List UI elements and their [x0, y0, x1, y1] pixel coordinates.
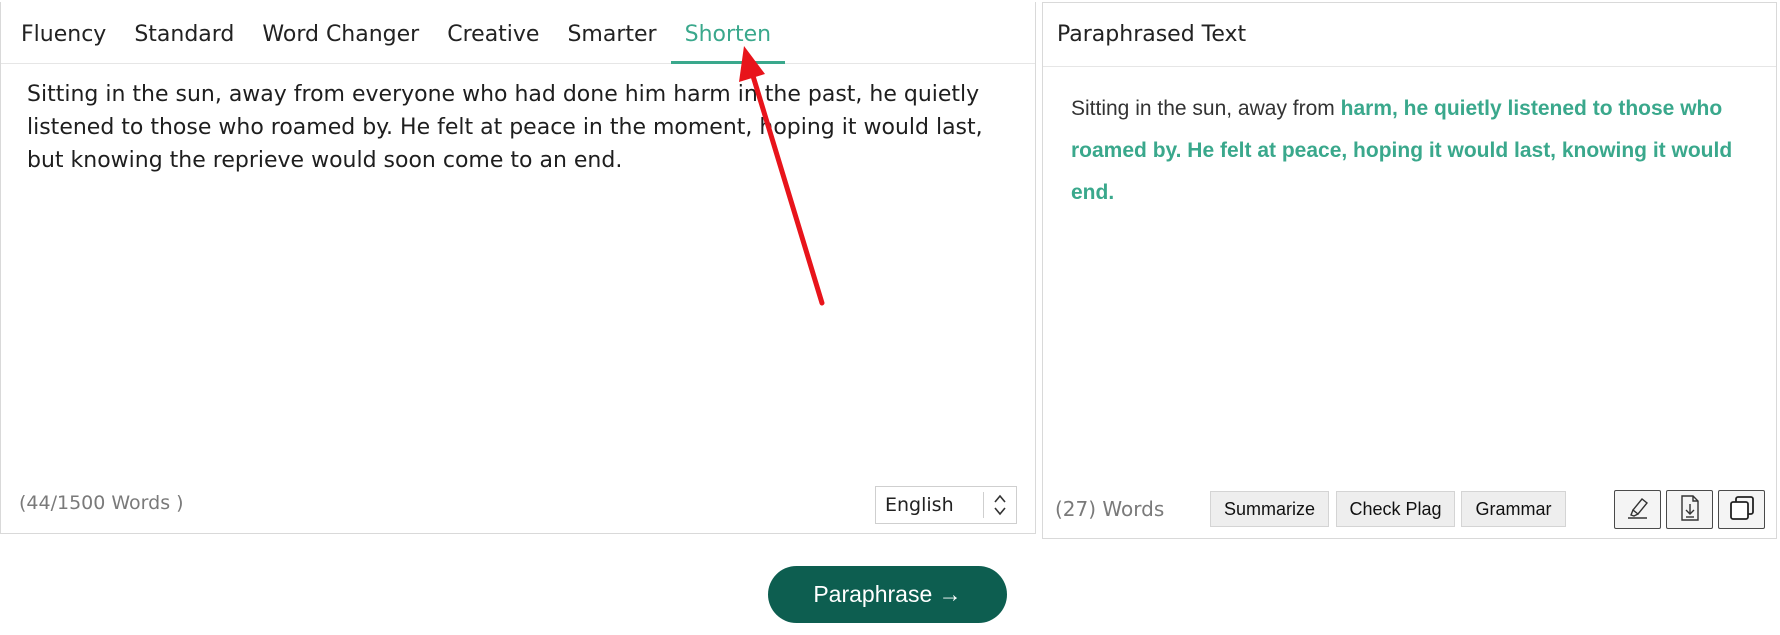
- highlighter-button[interactable]: [1614, 490, 1661, 529]
- paraphrased-text: Sitting in the sun, away from harm, he q…: [1071, 88, 1751, 214]
- tab-creative[interactable]: Creative: [433, 22, 553, 64]
- updown-chevron-icon: [984, 493, 1016, 517]
- highlighter-icon: [1625, 495, 1651, 525]
- copy-button[interactable]: [1718, 490, 1765, 529]
- summarize-button[interactable]: Summarize: [1210, 491, 1329, 527]
- download-button[interactable]: [1666, 490, 1713, 529]
- output-word-count: (27) Words: [1055, 497, 1165, 521]
- input-word-count: (44/1500 Words ): [19, 492, 184, 514]
- tab-fluency[interactable]: Fluency: [7, 22, 120, 64]
- copy-icon: [1728, 494, 1756, 526]
- download-icon: [1678, 494, 1702, 526]
- mode-tabs: Fluency Standard Word Changer Creative S…: [1, 2, 1035, 64]
- paraphrase-button[interactable]: Paraphrase →: [768, 566, 1007, 623]
- tab-standard[interactable]: Standard: [120, 22, 248, 64]
- check-plag-button[interactable]: Check Plag: [1336, 491, 1455, 527]
- output-header: Paraphrased Text: [1043, 3, 1776, 67]
- input-textarea[interactable]: Sitting in the sun, away from everyone w…: [27, 78, 1012, 177]
- input-panel: Fluency Standard Word Changer Creative S…: [0, 2, 1036, 534]
- tab-shorten[interactable]: Shorten: [670, 22, 786, 64]
- language-value: English: [885, 494, 954, 516]
- output-panel: Paraphrased Text Sitting in the sun, awa…: [1042, 2, 1777, 539]
- unchanged-text: Sitting in the sun, away from: [1071, 97, 1341, 120]
- language-select[interactable]: English: [875, 486, 1017, 524]
- tab-smarter[interactable]: Smarter: [553, 22, 670, 64]
- tab-word-changer[interactable]: Word Changer: [248, 22, 433, 64]
- grammar-button[interactable]: Grammar: [1461, 491, 1566, 527]
